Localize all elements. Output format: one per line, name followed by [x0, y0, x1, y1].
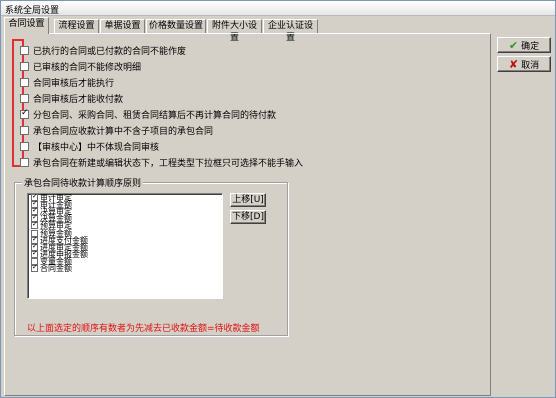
- list-item-checkbox[interactable]: [31, 263, 38, 272]
- list-item[interactable]: 合同金额: [28, 263, 222, 273]
- option-label: 分包合同、采购合同、租赁合同结算后不再计算合同的待付款: [33, 111, 277, 121]
- order-listbox[interactable]: 审计审定 审计金额 决算审定 决算金额 预算审定 预算金额 进度支付金额 进度审…: [27, 193, 223, 299]
- list-item-label: 合同金额: [40, 263, 72, 273]
- cancel-label: 取消: [521, 60, 540, 71]
- option-label: 已执行的合同或已付款的合同不能作废: [33, 47, 187, 57]
- window-title: 系统全局设置: [5, 6, 60, 16]
- option-label: 合同审核后才能收付款: [33, 95, 124, 105]
- option-label: 承包合同在新建或编辑状态下，工程类型下拉框只可选择不能手输入: [33, 159, 304, 169]
- settings-window: 系统全局设置 合同设置 流程设置 单据设置 价格数量设置 附件大小设置 企业认证…: [0, 0, 556, 398]
- tab-flow-settings[interactable]: 流程设置: [54, 19, 99, 33]
- tab-enterprise-auth-settings[interactable]: 企业认证设置: [263, 19, 318, 43]
- option-row[interactable]: 已审核的合同不能修改明细: [20, 60, 141, 73]
- list-item-checkbox[interactable]: [31, 249, 38, 258]
- option-row[interactable]: 分包合同、采购合同、租赁合同结算后不再计算合同的待付款: [20, 108, 276, 121]
- option-row[interactable]: 已执行的合同或已付款的合同不能作废: [20, 44, 186, 57]
- ok-label: 确定: [521, 41, 540, 52]
- tab-price-quantity-settings[interactable]: 价格数量设置: [146, 19, 206, 33]
- option-label: 【审核中心】中不体现合同审核: [33, 143, 160, 153]
- move-up-button[interactable]: 上移[U]: [230, 193, 266, 207]
- option-row[interactable]: 承包合同应收款计算中不含子项目的承包合同: [20, 124, 213, 137]
- option-label: 合同审核后才能执行: [33, 79, 115, 89]
- group-title: 承包合同待收款计算顺序原则: [22, 176, 144, 189]
- ok-button[interactable]: ✔ 确定: [497, 37, 551, 53]
- close-icon: ✘: [508, 57, 519, 71]
- tab-contract-settings[interactable]: 合同设置: [4, 17, 49, 34]
- option-label: 承包合同应收款计算中不含子项目的承包合同: [33, 127, 214, 137]
- option-row[interactable]: 【审核中心】中不体现合同审核: [20, 140, 159, 153]
- option-row[interactable]: 合同审核后才能收付款: [20, 92, 123, 105]
- cancel-button[interactable]: ✘ 取消: [497, 56, 551, 72]
- title-bar: 系统全局设置: [1, 1, 555, 16]
- option-checkbox[interactable]: [20, 94, 29, 103]
- option-checkbox[interactable]: [20, 78, 29, 87]
- option-checkbox[interactable]: [20, 142, 29, 151]
- tab-attachment-size-settings[interactable]: 附件大小设置: [207, 19, 262, 43]
- tab-document-settings[interactable]: 单据设置: [100, 19, 145, 33]
- list-item-checkbox[interactable]: [31, 220, 38, 230]
- option-checkbox[interactable]: [20, 126, 29, 135]
- option-checkbox[interactable]: [20, 46, 29, 55]
- option-label: 已审核的合同不能修改明细: [33, 63, 142, 73]
- check-icon: ✔: [508, 38, 519, 52]
- option-row[interactable]: 合同审核后才能执行: [20, 76, 114, 89]
- option-checkbox[interactable]: [20, 158, 29, 167]
- option-row[interactable]: 承包合同在新建或编辑状态下，工程类型下拉框只可选择不能手输入: [20, 156, 303, 169]
- option-checkbox[interactable]: [20, 108, 29, 119]
- option-checkbox[interactable]: [20, 62, 29, 71]
- move-down-button[interactable]: 下移[D]: [230, 210, 266, 224]
- order-note: 以上面选定的顺序有数者为先减去已收款金额=待收款金额: [27, 324, 260, 334]
